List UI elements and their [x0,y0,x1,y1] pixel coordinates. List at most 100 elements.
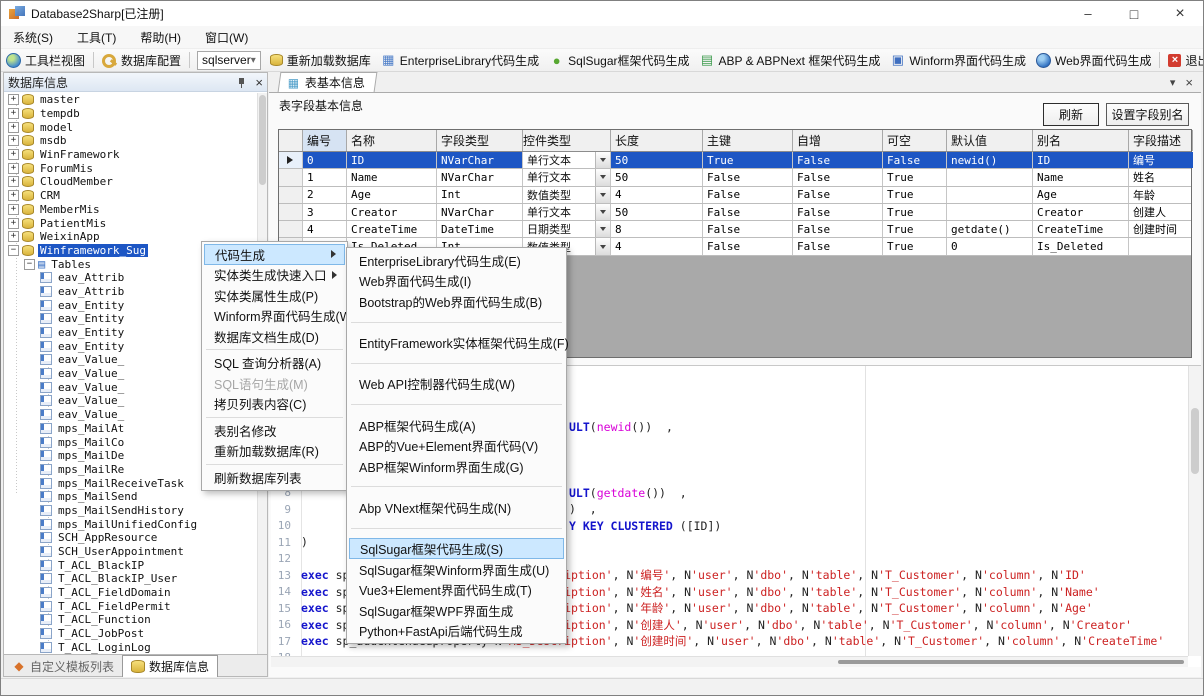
combo-dropdown-button[interactable] [595,187,610,203]
grid-cell[interactable]: Int [437,187,523,203]
editor-horizontal-scrollbar[interactable] [271,656,1188,667]
row-selector[interactable] [279,204,303,220]
column-header[interactable]: 可空 [883,130,947,151]
grid-row[interactable]: 0IDNVarChar单行文本50TrueFalseFalsenewid()ID… [279,152,1191,169]
combo-dropdown-button[interactable] [595,169,610,185]
grid-cell[interactable]: False [703,238,793,254]
window-control-button[interactable] [1157,1,1203,26]
grid-cell[interactable]: 0 [303,152,347,168]
column-header[interactable]: 控件类型 [523,130,611,151]
panel-close-icon[interactable] [255,75,263,90]
grid-cell[interactable]: 数值类型 [523,187,611,203]
submenu-item[interactable]: Web API控制器代码生成(W) [349,374,564,395]
grid-cell[interactable]: DateTime [437,221,523,237]
combo-dropdown-button[interactable] [595,204,610,220]
grid-row[interactable]: 4CreateTimeDateTime日期类型8FalseFalseTruege… [279,221,1191,238]
grid-cell[interactable]: NVarChar [437,152,523,168]
toolbar-button[interactable]: 工具栏视图 [1,50,90,71]
submenu-item[interactable]: SqlSugar框架WPF界面生成 [349,600,564,621]
database-type-combo[interactable]: sqlserver [197,51,261,70]
toolbar-button[interactable]: 退出 [1163,50,1204,71]
row-selector[interactable] [279,187,303,203]
submenu-item[interactable]: ABP的Vue+Element界面代码(V) [349,435,564,456]
submenu-item[interactable]: SqlSugar框架代码生成(S) [349,538,564,559]
context-menu-item[interactable]: Winform界面代码生成(W) [204,306,345,327]
submenu-item[interactable]: Bootstrap的Web界面代码生成(B) [349,291,564,312]
grid-cell[interactable]: 4 [303,221,347,237]
submenu-item[interactable] [349,353,564,374]
menu-bar-item[interactable]: 窗口(W) [193,26,260,49]
context-menu-item[interactable]: 刷新数据库列表 [204,467,345,488]
grid-cell[interactable]: ID [1033,152,1129,168]
grid-cell[interactable]: Name [347,169,437,185]
grid-cell[interactable]: True [883,238,947,254]
context-menu-item[interactable]: 实体类属性生成(P) [204,285,345,306]
submenu-item[interactable]: Vue3+Element界面代码生成(T) [349,580,564,601]
control-type-combo[interactable]: 数值类型 [523,187,610,203]
grid-row[interactable]: 1NameNVarChar单行文本50FalseFalseTrueName姓名 [279,169,1191,186]
tree-expander-icon[interactable] [8,176,19,187]
tree-item[interactable]: tempdb [4,107,257,121]
grid-cell[interactable]: 年龄 [1129,187,1193,203]
tree-expander-icon[interactable] [8,231,19,242]
tree-expander-icon[interactable] [8,204,19,215]
grid-cell[interactable]: False [793,221,883,237]
tree-item[interactable]: T_ACL_Function [4,613,257,627]
control-type-combo[interactable]: 单行文本 [523,152,610,168]
context-menu-item[interactable]: 表别名修改 [204,420,345,441]
tree-expander-icon[interactable] [8,190,19,201]
editor-vertical-scrollbar[interactable] [1188,366,1201,656]
grid-cell[interactable]: Age [347,187,437,203]
tree-item[interactable]: mps_MailSendHistory [4,504,257,518]
toolbar-button[interactable]: SqlSugar框架代码生成 [544,50,694,71]
grid-cell[interactable]: False [703,221,793,237]
tree-expander-icon[interactable] [8,108,19,119]
grid-cell[interactable]: 50 [611,169,703,185]
grid-cell[interactable]: NVarChar [437,204,523,220]
grid-cell[interactable]: False [793,187,883,203]
grid-cell[interactable]: False [703,187,793,203]
grid-cell[interactable]: False [793,169,883,185]
grid-cell[interactable]: 4 [611,187,703,203]
toolbar-button[interactable]: 数据库配置 [97,50,186,71]
row-selector[interactable] [279,221,303,237]
window-control-button[interactable] [1111,1,1157,26]
tree-expander-icon[interactable] [8,218,19,229]
tree-expander-icon[interactable] [8,94,19,105]
grid-cell[interactable]: ID [347,152,437,168]
submenu-item[interactable]: Abp VNext框架代码生成(N) [349,497,564,518]
submenu-item[interactable] [349,394,564,415]
grid-cell[interactable]: False [703,169,793,185]
column-header[interactable]: 字段描述 [1129,130,1193,151]
column-header[interactable]: 长度 [611,130,703,151]
grid-cell[interactable]: False [883,152,947,168]
tree-item[interactable]: T_ACL_LoginLog [4,641,257,655]
control-type-combo[interactable]: 单行文本 [523,204,610,220]
tree-expander-icon[interactable] [8,149,19,160]
submenu-item[interactable]: SqlSugar框架Winform界面生成(U) [349,559,564,580]
tree-item[interactable]: mps_MailSend [4,490,257,504]
column-header[interactable]: 自增 [793,130,883,151]
refresh-button[interactable]: 刷新 [1043,103,1099,126]
context-menu-item[interactable]: 实体类生成快速入口 [204,265,345,286]
grid-cell[interactable] [947,187,1033,203]
column-header[interactable]: 别名 [1033,130,1129,151]
grid-cell[interactable]: 创建时间 [1129,221,1193,237]
grid-cell[interactable]: False [793,238,883,254]
grid-cell[interactable]: True [883,169,947,185]
tree-expander-icon[interactable] [24,259,35,270]
tab-list-dropdown-icon[interactable] [1170,76,1176,89]
tree-item[interactable]: WinFramework [4,148,257,162]
tree-item[interactable]: model [4,120,257,134]
context-menu-item[interactable]: 重新加载数据库(R) [204,441,345,462]
toolbar-button[interactable]: ABP & ABPNext 框架代码生成 [695,50,886,71]
grid-cell[interactable]: Creator [1033,204,1129,220]
context-menu-item[interactable]: SQL语句生成(M) [204,373,345,394]
control-type-combo[interactable]: 单行文本 [523,169,610,185]
grid-cell[interactable]: 4 [611,238,703,254]
combo-dropdown-button[interactable] [595,238,610,254]
tree-item[interactable]: T_ACL_FieldPermit [4,599,257,613]
tab-table-info[interactable]: 表基本信息 [278,72,378,92]
tree-expander-icon[interactable] [8,122,19,133]
toolbar-button[interactable]: Web界面代码生成 [1031,50,1156,71]
